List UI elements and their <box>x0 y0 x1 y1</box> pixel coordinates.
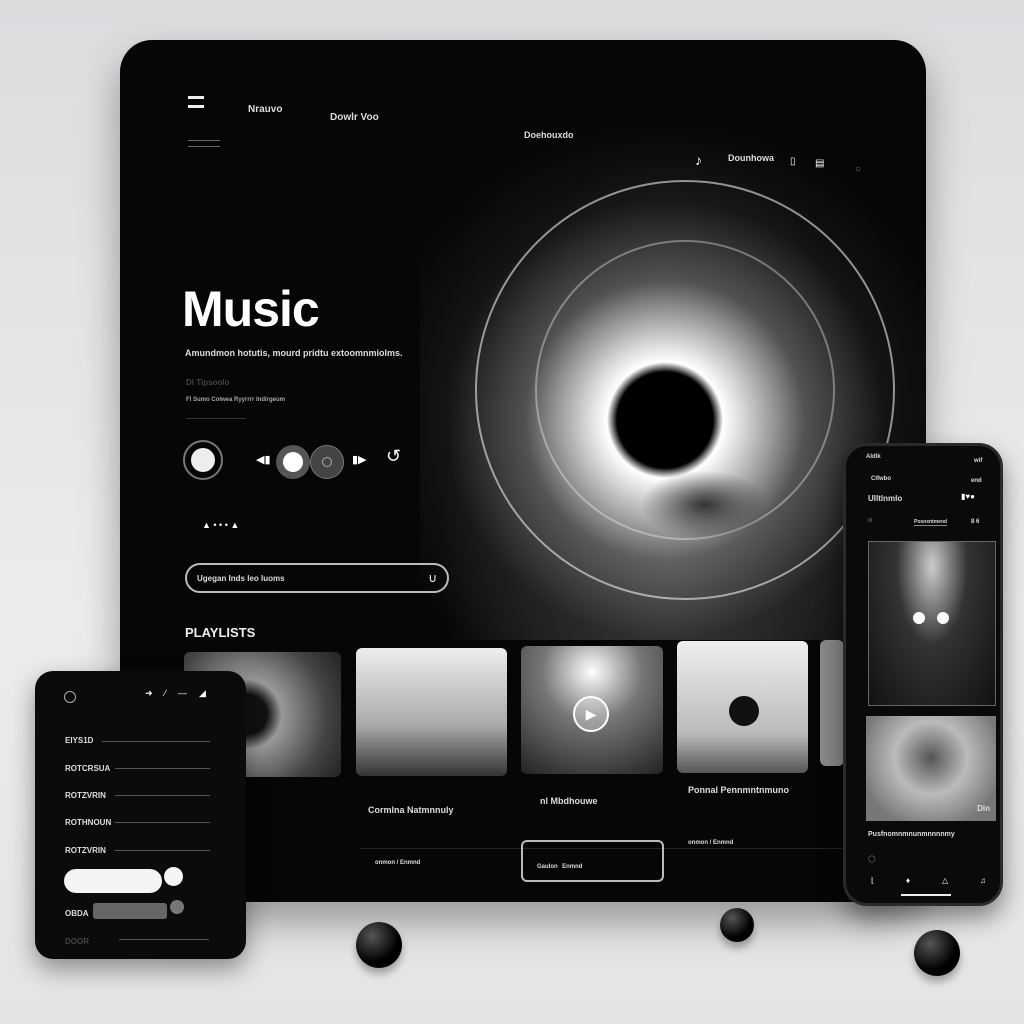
panel-row-line[interactable] <box>102 741 210 742</box>
bookmark-icon[interactable]: ▯ <box>790 156 796 167</box>
panel-row-label: ROTZVRIN <box>65 846 106 855</box>
phone-tab-right[interactable]: 8 6 <box>971 519 979 525</box>
hero-subtitle: Amundmon hotutis, mourd pridtu extoomnmi… <box>185 348 403 358</box>
decor-ball <box>914 930 960 976</box>
badge: Dln <box>977 804 990 813</box>
shield-icon[interactable]: ⬡ <box>868 854 876 865</box>
playlist-title[interactable]: nl Mbdhouwe <box>540 796 598 806</box>
settings-panel: ➜⁄—◢ EIYS1D ROTCRSUA ROTZVRIN ROTHNOUN R… <box>35 671 246 959</box>
microphone-icon[interactable]: ∪ <box>428 571 437 585</box>
phone-tab[interactable]: Posnxntmend <box>914 519 948 526</box>
divider <box>186 418 246 419</box>
phone-title: Ulltlnmlo <box>868 494 903 503</box>
phone: Aldlk wif Clfwbo end Ulltlnmlo ▮♥● ○ Pos… <box>843 443 1003 906</box>
phone-track-title: Pusfnomnmnunmnnnnmy <box>868 831 955 838</box>
bell-icon: △ <box>941 876 949 885</box>
music-note-icon[interactable]: ♪ <box>695 152 702 168</box>
previous-button[interactable]: ◀▮ <box>256 453 271 466</box>
status-left: Aldlk <box>866 454 881 460</box>
panel-row-label: EIYS1D <box>65 736 94 745</box>
decor-ball <box>720 908 754 942</box>
home-indicator <box>901 894 951 896</box>
hero-meta: Dl Tipsoolo <box>186 378 230 387</box>
slider-label: OBDA <box>65 909 89 918</box>
hero-meta: Fl Sumo Colwea Ryyrrrr Indirgeum <box>186 397 286 403</box>
panel-row-line[interactable] <box>115 795 210 796</box>
panel-row-line[interactable] <box>115 768 210 769</box>
nav-item[interactable]: Doehouxdo <box>524 130 574 140</box>
playlist-footer[interactable]: onmon / Enmnd <box>375 860 420 866</box>
page-title: Music <box>182 281 320 337</box>
rating-icons[interactable]: ▲ • • • ▲ <box>202 520 239 530</box>
slider-handle[interactable] <box>164 867 183 886</box>
search-input[interactable]: Ugegan Inds leo Iuoms ∪ <box>185 563 449 593</box>
phone-actions-icons[interactable]: ▮♥● <box>961 492 975 501</box>
phone-tab-bar[interactable]: ⌊ ♦ △ ♫ <box>871 876 986 885</box>
playlist-footer[interactable]: onmon / Enmnd <box>688 840 733 846</box>
playlist-card[interactable] <box>820 640 844 766</box>
play-icon[interactable]: ▶ <box>573 696 609 732</box>
playlist-footer-button[interactable]: Gaulon Enmnd <box>521 840 664 882</box>
panel-row-line[interactable] <box>119 939 209 940</box>
hamburger-icon[interactable] <box>188 140 220 147</box>
home-icon: ⌊ <box>871 876 875 885</box>
slider-fill[interactable] <box>64 869 162 893</box>
slider-handle[interactable] <box>170 900 184 914</box>
document-icon[interactable]: ▤ <box>815 158 824 169</box>
status-right: wif <box>974 458 983 464</box>
play-button[interactable] <box>276 445 310 479</box>
nav-item[interactable]: Nrauvo <box>248 104 282 115</box>
panel-row-label: DOOR <box>65 937 89 946</box>
playlist-card[interactable] <box>356 648 507 776</box>
drop-icon: ♦ <box>906 876 911 885</box>
panel-row-label: ROTHNOUN <box>65 818 112 827</box>
panel-row-line[interactable] <box>115 850 210 851</box>
playlist-card[interactable] <box>677 641 808 773</box>
menu-icon[interactable] <box>188 96 204 108</box>
refresh-icon[interactable]: ○ <box>868 517 872 524</box>
logo-icon <box>64 691 76 703</box>
next-button[interactable]: ▮▶ <box>352 453 367 466</box>
panel-row-label: ROTCRSUA <box>65 764 111 773</box>
phone-top-right[interactable]: end <box>971 478 982 484</box>
album-art[interactable] <box>868 541 996 706</box>
silhouettes <box>640 470 770 540</box>
repeat-button[interactable]: ↺ <box>386 446 401 467</box>
panel-row-label: ROTZVRIN <box>65 791 106 800</box>
record-button[interactable] <box>183 440 223 480</box>
search-placeholder: Ugegan Inds leo Iuoms <box>197 573 285 583</box>
slider-fill[interactable] <box>93 903 167 919</box>
nav-item[interactable]: Dowlr Voo <box>330 112 379 123</box>
music-icon: ♫ <box>980 876 986 885</box>
volume-knob[interactable] <box>310 445 344 479</box>
phone-top-left[interactable]: Clfwbo <box>871 476 891 482</box>
album-art[interactable]: Dln <box>866 716 996 821</box>
panel-toolbar-icons[interactable]: ➜⁄—◢ <box>145 688 218 699</box>
settings-icon[interactable]: ○ <box>855 164 861 175</box>
playlist-title[interactable]: Cormlna Natmnnuly <box>368 805 454 815</box>
playlist-title[interactable]: Ponnal Pennmntnmuno <box>688 785 789 795</box>
decor-ball <box>356 922 402 968</box>
playlists-heading: PLAYLISTS <box>185 625 256 640</box>
playlist-card[interactable]: ▶ <box>521 646 663 774</box>
panel-row-line[interactable] <box>115 822 210 823</box>
header-label[interactable]: Dounhowa <box>728 153 774 163</box>
